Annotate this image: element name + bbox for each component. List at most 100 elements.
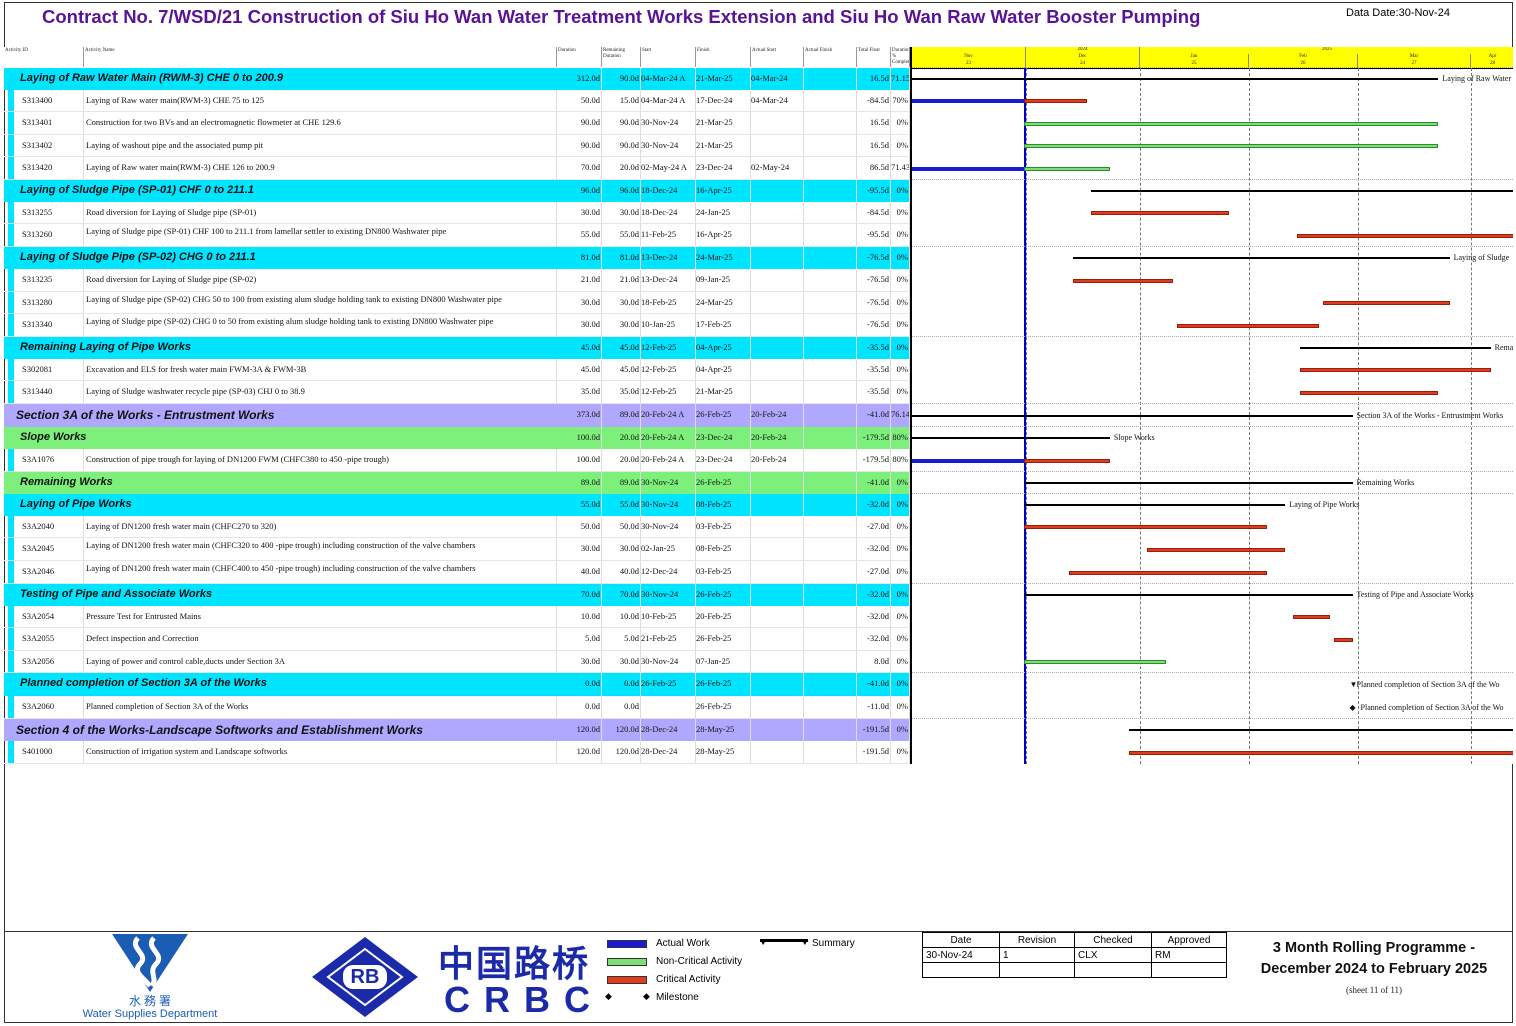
cell-astart bbox=[751, 269, 804, 291]
year-2025-label: 2025 bbox=[1140, 47, 1513, 54]
group-row[interactable]: 100.0d 20.0d 20-Feb-24 A 23-Dec-24 20-Feb-24… bbox=[4, 427, 910, 449]
noncritical-bar[interactable] bbox=[1024, 122, 1439, 126]
critical-bar[interactable] bbox=[1024, 459, 1110, 463]
cell-finish: 24-Mar-25 bbox=[696, 297, 733, 307]
table-row[interactable]: S401000 Construction of irrigation system… bbox=[4, 741, 910, 764]
cell-pct: 0% bbox=[896, 297, 908, 307]
critical-bar[interactable] bbox=[1091, 211, 1230, 215]
critical-bar[interactable] bbox=[1072, 279, 1174, 283]
noncritical-bar[interactable] bbox=[1024, 167, 1110, 171]
cell-astart bbox=[751, 584, 804, 606]
critical-bar[interactable] bbox=[1177, 324, 1319, 328]
cell-finish: 17-Feb-25 bbox=[696, 319, 732, 329]
actual-bar[interactable] bbox=[912, 167, 1024, 171]
critical-bar[interactable] bbox=[1024, 99, 1088, 103]
critical-bar[interactable] bbox=[1128, 751, 1513, 755]
column-header: Duration % Complete bbox=[892, 47, 910, 67]
cell-pct: 0% bbox=[896, 319, 908, 329]
cell-rem: 30.0d bbox=[619, 543, 639, 553]
table-row[interactable]: S3A2045 Laying of DN1200 fresh water main… bbox=[4, 538, 910, 561]
table-row[interactable]: S313260 Laying of Sludge pipe (SP-01) CHF… bbox=[4, 224, 910, 247]
gantt-label: Laying of Sludge bbox=[1453, 253, 1510, 262]
group-row[interactable]: 81.0d 81.0d 13-Dec-24 24-Mar-25 -76.5d 0% Layi… bbox=[4, 247, 910, 269]
table-row[interactable]: S3A2046 Laying of DN1200 fresh water main… bbox=[4, 561, 910, 584]
cell-rem: 30.0d bbox=[619, 656, 639, 666]
table-row[interactable]: S3A2055 Defect inspection and Correction 5… bbox=[4, 628, 910, 651]
cell-finish: 28-May-25 bbox=[696, 724, 735, 734]
summary-bar[interactable] bbox=[1024, 594, 1353, 596]
column-header: Start bbox=[641, 47, 696, 67]
summary-bar[interactable] bbox=[1128, 729, 1513, 731]
summary-bar[interactable] bbox=[1300, 347, 1491, 349]
cell-afinish bbox=[804, 538, 857, 560]
cell-astart bbox=[751, 112, 804, 134]
cell-tf: -84.5d bbox=[867, 207, 889, 217]
section-row[interactable]: 373.0d 89.0d 20-Feb-24 A 26-Feb-25 20-Feb-24… bbox=[4, 404, 910, 427]
table-row[interactable]: S313420 Laying of Raw water main(RWM-3) C… bbox=[4, 157, 910, 180]
section-row[interactable]: 120.0d 120.0d 28-Dec-24 28-May-25 -191.5d 0% S… bbox=[4, 719, 910, 741]
cell-dur: 120.0d bbox=[576, 746, 600, 756]
rev-header-checked: Checked bbox=[1074, 932, 1152, 948]
table-row[interactable]: S313402 Laying of washout pipe and the as… bbox=[4, 135, 910, 157]
group-row[interactable]: 96.0d 96.0d 18-Dec-24 16-Apr-25 -95.5d 0% Layi… bbox=[4, 180, 910, 202]
summary-bar[interactable] bbox=[1072, 257, 1450, 259]
cell-finish: 26-Feb-25 bbox=[696, 589, 732, 599]
summary-bar[interactable] bbox=[1091, 190, 1513, 192]
summary-bar[interactable] bbox=[912, 415, 1353, 417]
cell-tf: -35.5d bbox=[867, 364, 889, 374]
table-row[interactable]: S313440 Laying of Sludge washwater recycl… bbox=[4, 381, 910, 404]
cell-id: S313280 bbox=[22, 297, 53, 307]
summary-bar[interactable] bbox=[1024, 482, 1353, 484]
table-row[interactable]: S313340 Laying of Sludge pipe (SP-02) CHG… bbox=[4, 314, 910, 337]
summary-bar[interactable] bbox=[1024, 504, 1286, 506]
cell-tf: -35.5d bbox=[867, 386, 889, 396]
critical-bar[interactable] bbox=[1300, 368, 1491, 372]
critical-bar[interactable] bbox=[1322, 301, 1450, 305]
table-row[interactable]: S3A2040 Laying of DN1200 fresh water main… bbox=[4, 516, 910, 538]
table-row[interactable]: S313255 Road diversion for Laying of Slud… bbox=[4, 202, 910, 224]
summary-bar[interactable] bbox=[912, 437, 1110, 439]
group-row[interactable]: 312.0d 90.0d 04-Mar-24 A 21-Mar-25 04-Mar-24… bbox=[4, 68, 910, 90]
cell-dur: 30.0d bbox=[580, 543, 600, 553]
cell-dur: 50.0d bbox=[580, 95, 600, 105]
critical-bar[interactable] bbox=[1068, 571, 1267, 575]
table-row[interactable]: S313235 Road diversion for Laying of Slud… bbox=[4, 269, 910, 292]
actual-bar[interactable] bbox=[912, 99, 1024, 103]
milestone-diamond: ◆ bbox=[1349, 703, 1356, 712]
group-row[interactable]: 0.0d 0.0d 26-Feb-25 26-Feb-25 -41.0d 0% Planne… bbox=[4, 673, 910, 696]
table-row[interactable]: S3A1076 Construction of pipe trough for l… bbox=[4, 449, 910, 472]
table-row[interactable]: S3A2054 Pressure Test for Entrusted Mains… bbox=[4, 606, 910, 628]
table-row[interactable]: S313400 Laying of Raw water main(RWM-3) C… bbox=[4, 90, 910, 112]
critical-bar[interactable] bbox=[1024, 525, 1267, 529]
noncritical-bar[interactable] bbox=[1024, 144, 1439, 148]
group-row[interactable]: 89.0d 89.0d 30-Nov-24 26-Feb-25 -41.0d 0% Rema… bbox=[4, 472, 910, 494]
cell-start: 02-Jan-25 bbox=[641, 543, 675, 553]
group-row[interactable]: 70.0d 70.0d 30-Nov-24 26-Feb-25 -32.0d 0% Test… bbox=[4, 584, 910, 606]
table-row[interactable]: S3A2056 Laying of power and control cable… bbox=[4, 651, 910, 673]
critical-bar[interactable] bbox=[1292, 615, 1331, 619]
table-row[interactable]: S3A2060 Planned completion of Section 3A … bbox=[4, 696, 910, 719]
noncritical-bar[interactable] bbox=[1024, 660, 1166, 664]
critical-bar[interactable] bbox=[1296, 234, 1513, 238]
cell-rem: 45.0d bbox=[619, 364, 639, 374]
data-date: Data Date:30-Nov-24 bbox=[1346, 7, 1450, 19]
critical-bar[interactable] bbox=[1333, 638, 1353, 642]
critical-bar[interactable] bbox=[1147, 548, 1286, 552]
cell-id: S3A2040 bbox=[22, 521, 55, 531]
critical-bar[interactable] bbox=[1300, 391, 1439, 395]
actual-bar[interactable] bbox=[912, 459, 1024, 463]
summary-bar[interactable] bbox=[912, 78, 1439, 80]
table-row[interactable]: S313401 Construction for two BVs and an e… bbox=[4, 112, 910, 135]
table-row[interactable]: S302081 Excavation and ELS for fresh wate… bbox=[4, 359, 910, 381]
group-row[interactable]: 45.0d 45.0d 12-Feb-25 04-Apr-25 -35.5d 0% Rema… bbox=[4, 337, 910, 359]
cell-id: S313402 bbox=[22, 140, 53, 150]
cell-tf: -41.0d bbox=[867, 409, 889, 419]
cell-dur: 5.0d bbox=[585, 633, 600, 643]
cell-pct: 0% bbox=[896, 274, 908, 284]
group-row[interactable]: 55.0d 55.0d 30-Nov-24 08-Feb-25 -32.0d 0% Layi… bbox=[4, 494, 910, 516]
cell-pct: 80% bbox=[892, 432, 908, 442]
cell-astart: 20-Feb-24 bbox=[751, 454, 787, 464]
table-row[interactable]: S313280 Laying of Sludge pipe (SP-02) CHG… bbox=[4, 292, 910, 314]
legend-noncritical-label: Non-Critical Activity bbox=[656, 956, 743, 967]
gantt-label: Testing of Pipe and Associate Works bbox=[1356, 590, 1474, 599]
